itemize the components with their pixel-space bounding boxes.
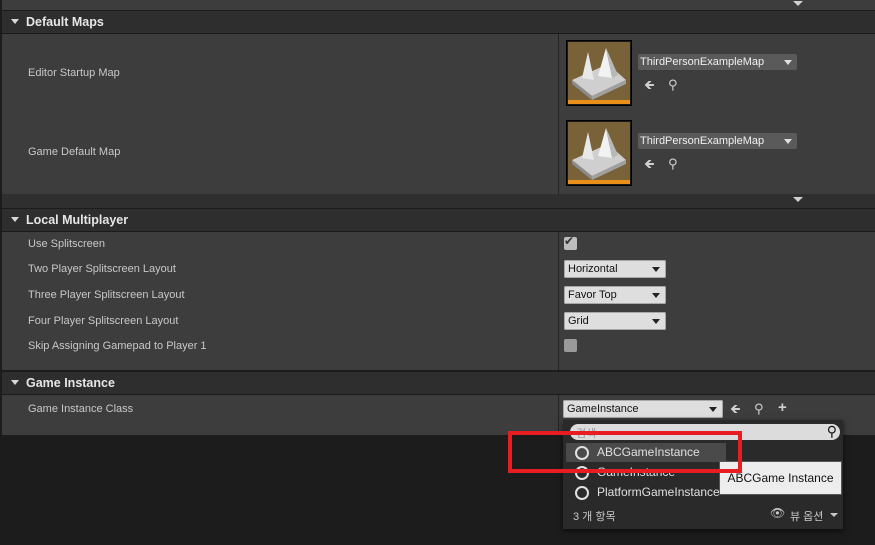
expand-triangle-icon <box>11 380 19 385</box>
add-new-plus-icon[interactable]: + <box>778 400 787 415</box>
column-divider <box>558 34 559 194</box>
search-icon[interactable]: ⚲ <box>827 423 837 440</box>
use-splitscreen-label: Use Splitscreen <box>28 238 106 250</box>
section-header-default-maps[interactable]: Default Maps <box>2 11 875 34</box>
section-title: Local Multiplayer <box>26 213 129 227</box>
editor-startup-map-thumbnail[interactable] <box>566 40 632 106</box>
top-strip <box>2 0 875 10</box>
use-selected-arrow-icon[interactable]: 🡸 <box>644 157 655 171</box>
item-count: 3 개 항목 <box>573 511 616 523</box>
editor-startup-map-combo[interactable]: ThirdPersonExampleMap <box>638 54 797 70</box>
checkmark-icon: ✔ <box>564 234 575 248</box>
class-option-platformgameinstance[interactable]: PlatformGameInstance <box>566 483 726 502</box>
collapse-arrow-icon[interactable] <box>793 1 803 6</box>
dropdown-arrow-icon <box>652 293 660 298</box>
section-header-local-multiplayer[interactable]: Local Multiplayer <box>2 209 875 232</box>
four-player-layout-label: Four Player Splitscreen Layout <box>28 315 179 327</box>
editor-startup-map-label: Editor Startup Map <box>28 67 120 79</box>
asset-type-bar <box>568 100 630 104</box>
game-instance-class-label: Game Instance Class <box>28 403 134 415</box>
two-player-layout-combo[interactable]: Horizontal <box>564 260 666 278</box>
two-player-layout-label: Two Player Splitscreen Layout <box>28 263 176 275</box>
skip-gamepad-checkbox[interactable] <box>564 339 577 352</box>
use-selected-arrow-icon[interactable]: 🡸 <box>730 402 741 416</box>
collapse-arrow-icon[interactable] <box>793 197 803 202</box>
expand-triangle-icon <box>11 217 19 222</box>
game-instance-class-combo[interactable]: GameInstance <box>563 400 723 418</box>
three-player-layout-label: Three Player Splitscreen Layout <box>28 289 185 301</box>
highlight-box <box>508 431 742 473</box>
three-player-layout-combo[interactable]: Favor Top <box>564 286 666 304</box>
expand-triangle-icon <box>11 19 19 24</box>
dropdown-arrow-icon <box>652 267 660 272</box>
browse-magnifier-icon[interactable]: ⚲ <box>668 78 678 92</box>
game-default-map-combo[interactable]: ThirdPersonExampleMap <box>638 133 797 149</box>
section-title: Default Maps <box>26 15 104 29</box>
section-header-game-instance[interactable]: Game Instance <box>2 372 875 395</box>
advanced-strip <box>2 194 875 208</box>
dropdown-arrow-icon <box>784 139 792 144</box>
use-splitscreen-checkbox[interactable]: ✔ <box>564 234 577 250</box>
dropdown-arrow-icon <box>652 319 660 324</box>
four-player-layout-combo[interactable]: Grid <box>564 312 666 330</box>
asset-type-bar <box>568 180 630 184</box>
view-options-button[interactable]: 👁 뷰 옵션 <box>770 506 840 523</box>
map-thumbnail-image <box>568 42 630 100</box>
column-divider <box>558 232 559 370</box>
dropdown-arrow-icon <box>784 60 792 65</box>
class-radio-icon <box>575 486 589 500</box>
eye-icon: 👁 <box>770 506 786 520</box>
game-default-map-label: Game Default Map <box>28 146 121 158</box>
browse-magnifier-icon[interactable]: ⚲ <box>754 402 764 416</box>
skip-gamepad-label: Skip Assigning Gamepad to Player 1 <box>28 340 207 352</box>
dropdown-arrow-icon <box>709 407 717 412</box>
game-default-map-thumbnail[interactable] <box>566 120 632 186</box>
use-selected-arrow-icon[interactable]: 🡸 <box>644 78 655 92</box>
browse-magnifier-icon[interactable]: ⚲ <box>668 157 678 171</box>
chevron-down-icon <box>830 513 838 517</box>
map-thumbnail-image <box>568 122 630 180</box>
section-title: Game Instance <box>26 376 115 390</box>
column-divider <box>558 395 559 435</box>
